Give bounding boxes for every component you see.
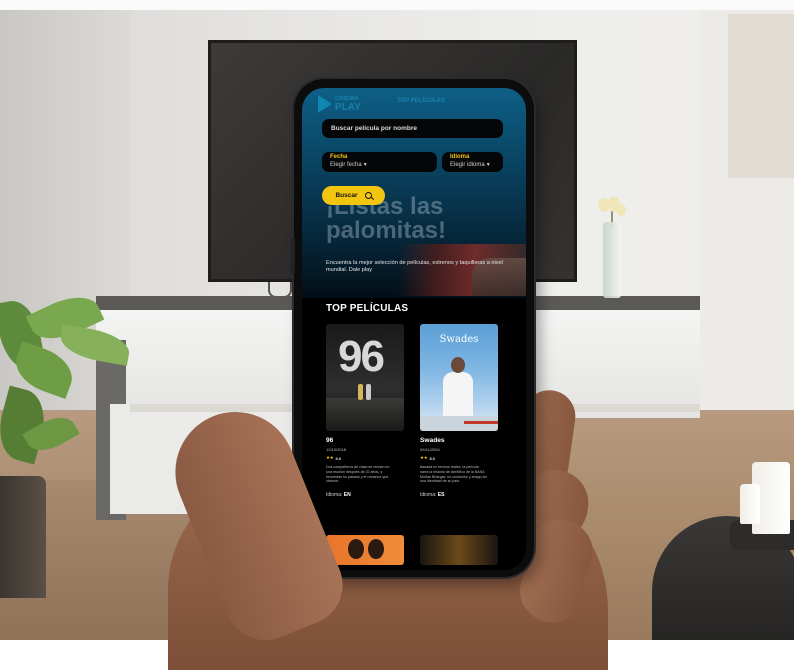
- language-filter-value: Elegir idioma▼: [450, 161, 495, 169]
- movie-language: Idioma: EN: [326, 492, 408, 498]
- brand-logo[interactable]: CINEMA PLAY: [318, 95, 361, 113]
- date-filter-text: Elegir fecha: [330, 162, 362, 168]
- poster-title: Swades: [439, 334, 479, 345]
- movie-title[interactable]: Swades: [420, 437, 502, 444]
- play-logo-icon: [318, 95, 332, 113]
- plant-pot: [0, 476, 46, 598]
- movie-date: 12/10/2018: [326, 447, 347, 452]
- chevron-down-icon: ▼: [485, 162, 491, 168]
- date-filter-label: Fecha: [330, 154, 348, 160]
- date-filter-value: Elegir fecha▼: [330, 161, 429, 169]
- poster-face: [368, 539, 384, 559]
- language-value: ES: [437, 492, 445, 499]
- poster-band: [464, 421, 498, 424]
- language-label: Idioma:: [326, 492, 343, 499]
- language-filter[interactable]: Idioma Elegir idioma▼: [442, 152, 503, 172]
- movie-card[interactable]: 96 96 12/10/2018 ★★ 8.6 Dos compañeros d…: [326, 324, 408, 498]
- language-value: EN: [343, 492, 351, 499]
- language-filter-text: Elegir idioma: [450, 162, 485, 168]
- movie-score: 8.6: [335, 455, 342, 461]
- movie-rating: ★★ 8.6: [326, 455, 408, 461]
- poster-figure-body: [443, 372, 473, 417]
- glass-vase: [603, 222, 621, 298]
- search-input[interactable]: Buscar película por nombre: [322, 119, 503, 138]
- poster-floor: [326, 398, 404, 431]
- movie-rating: ★★ 8.0: [420, 455, 502, 461]
- phone-screen: CINEMA PLAY TOP PELÍCULAS Buscar películ…: [302, 88, 526, 570]
- language-label: Idioma:: [420, 492, 437, 499]
- search-button-label: Buscar: [335, 192, 358, 199]
- search-button[interactable]: Buscar: [322, 186, 385, 205]
- movie-description: Dos compañeros de clase se reúnen en una…: [326, 465, 390, 484]
- flower: [616, 204, 626, 216]
- section-title: TOP PELÍCULAS: [326, 303, 409, 314]
- search-placeholder: Buscar película por nombre: [331, 125, 417, 132]
- movie-poster[interactable]: [326, 535, 404, 565]
- movie-language: Idioma: ES: [420, 492, 502, 498]
- brand-name: CINEMA PLAY: [335, 96, 361, 113]
- chevron-down-icon: ▼: [362, 162, 368, 168]
- star-rating-icon: ★★: [420, 455, 428, 460]
- poster-face: [348, 539, 364, 559]
- date-filter[interactable]: Fecha Elegir fecha▼: [322, 152, 437, 172]
- search-icon: [364, 192, 372, 199]
- candle: [740, 484, 760, 524]
- poster-title: 96: [338, 332, 385, 381]
- poster-figure-head: [451, 357, 465, 373]
- poster-figure: [366, 384, 371, 400]
- brand-line-2: PLAY: [335, 102, 361, 113]
- movie-poster[interactable]: Swades: [420, 324, 498, 431]
- language-filter-label: Idioma: [450, 154, 470, 160]
- movie-score: 8.0: [429, 455, 436, 461]
- movie-card[interactable]: Swades Swades 09/11/2004 ★★ 8.0 Basada e…: [420, 324, 502, 498]
- movie-description: Basada en hechos reales, la película nar…: [420, 465, 488, 484]
- wall-frame: [728, 14, 794, 178]
- nav-top-movies[interactable]: TOP PELÍCULAS: [397, 98, 445, 104]
- top-strip: [0, 0, 794, 10]
- phone-side-button: [291, 238, 295, 274]
- movie-poster[interactable]: 96: [326, 324, 404, 431]
- star-rating-icon: ★★: [326, 455, 334, 460]
- hero-tagline: Encuentra la mejor selección de película…: [326, 260, 503, 274]
- poster-figure: [358, 384, 363, 400]
- movie-title[interactable]: 96: [326, 437, 408, 444]
- movie-date: 09/11/2004: [420, 447, 440, 452]
- movie-poster[interactable]: [420, 535, 498, 565]
